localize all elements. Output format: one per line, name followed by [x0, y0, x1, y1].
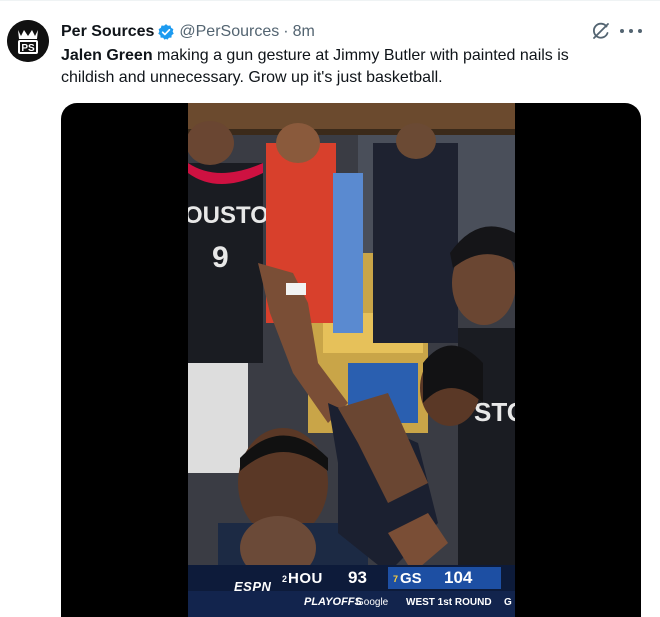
- scoreboard-event: PLAYOFFS: [304, 596, 362, 608]
- author-display-name[interactable]: Per Sources: [61, 23, 154, 41]
- tweet-text: Jalen Green making a gun gesture at Jimm…: [61, 45, 621, 89]
- more-options-icon[interactable]: [620, 22, 642, 40]
- scoreboard-team1-seed: 2: [282, 574, 288, 584]
- scoreboard-team1-score: 93: [348, 568, 367, 587]
- jersey-number: 9: [212, 241, 229, 274]
- video-still-image: OUSTON 9 STO: [188, 103, 515, 580]
- video-frame: OUSTON 9 STO: [188, 103, 515, 617]
- scoreboard-round: WEST 1st ROUND: [406, 597, 492, 608]
- avatar-logo-icon: PS: [7, 20, 49, 62]
- tweet-timestamp[interactable]: 8m: [293, 23, 315, 41]
- scoreboard-sponsor: Google: [356, 597, 389, 608]
- scoreboard-team1: HOU: [288, 570, 323, 587]
- jersey-text-right: STO: [474, 397, 515, 427]
- author-avatar[interactable]: PS: [7, 20, 49, 62]
- separator-dot: ·: [283, 23, 289, 40]
- tweet-header: Per Sources @PerSources · 8m: [61, 22, 315, 42]
- scoreboard-team2-score: 104: [444, 568, 473, 587]
- top-divider: [0, 0, 660, 1]
- grok-icon[interactable]: [591, 21, 611, 41]
- scoreboard-team2: GS: [400, 570, 422, 587]
- scoreboard-ticker: G: [504, 597, 512, 608]
- scoreboard-team2-seed: 7: [393, 574, 399, 584]
- tweet-text-bold-name: Jalen Green: [61, 47, 153, 64]
- scoreboard-overlay: ESPN 2 HOU 93 7 GS 104 PLAYOFFS Google W…: [188, 565, 515, 617]
- avatar-text: PS: [21, 43, 35, 54]
- tweet-video[interactable]: OUSTON 9 STO: [61, 103, 641, 617]
- scoreboard-network: ESPN: [234, 579, 272, 594]
- author-handle[interactable]: @PerSources: [179, 23, 279, 41]
- verified-badge-icon: [158, 24, 175, 40]
